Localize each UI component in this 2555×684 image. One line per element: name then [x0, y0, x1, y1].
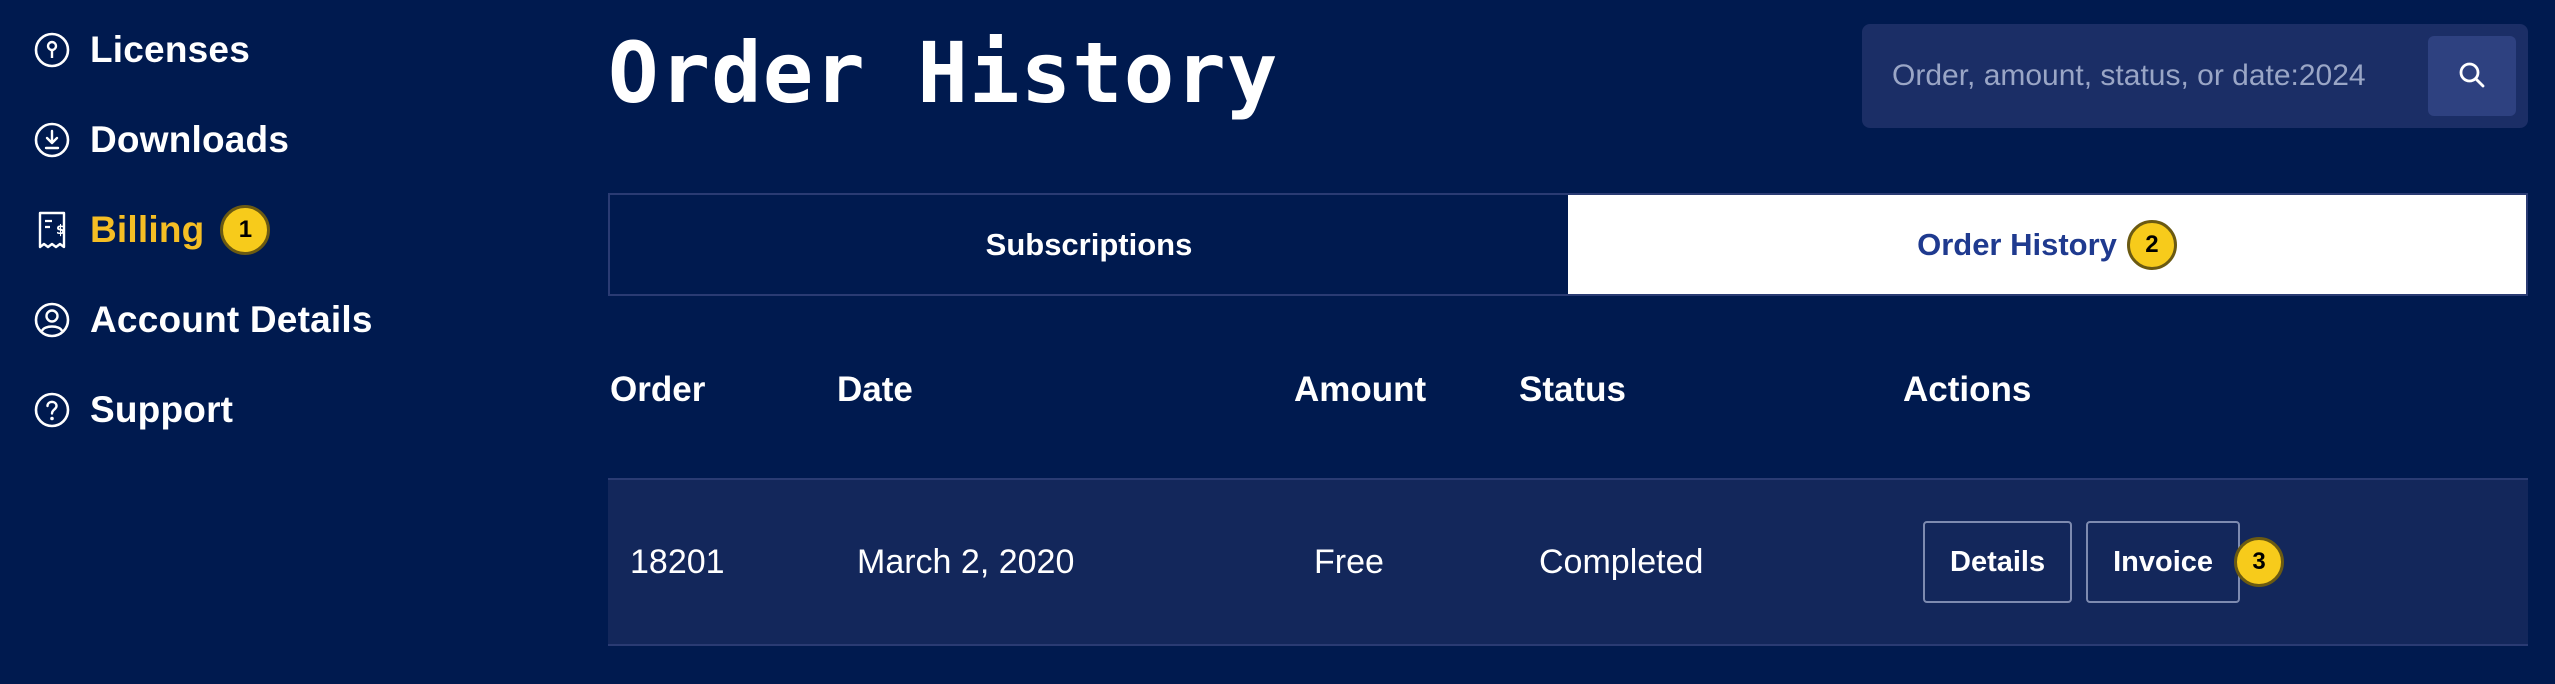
column-header-date: Date — [837, 370, 913, 409]
tab-order-history[interactable]: Order History 2 — [1568, 195, 2526, 294]
sidebar-item-label: Licenses — [90, 29, 250, 70]
sidebar-item-label: Downloads — [90, 119, 290, 160]
search-icon — [2456, 59, 2488, 94]
sidebar-item-support[interactable]: Support — [32, 382, 552, 438]
sidebar-item-licenses[interactable]: Licenses — [32, 22, 552, 78]
order-amount: Free — [1314, 542, 1384, 581]
tab-label: Order History — [1917, 226, 2117, 262]
column-header-actions: Actions — [1903, 370, 2032, 409]
page-title: Order History — [608, 24, 1279, 122]
callout-badge: 2 — [2126, 219, 2177, 270]
sidebar-item-account-details[interactable]: Account Details — [32, 292, 552, 348]
callout-badge: 1 — [220, 205, 271, 255]
sidebar-nav: Licenses Downloads $ Billing 1 Account D… — [32, 22, 552, 472]
orders-table-header: Order Date Amount Status Actions — [610, 360, 2528, 420]
license-key-icon — [32, 30, 72, 70]
sidebar-item-billing[interactable]: $ Billing 1 — [32, 202, 552, 258]
order-status: Completed — [1539, 542, 1704, 581]
svg-text:$: $ — [56, 223, 65, 238]
column-header-status: Status — [1519, 370, 1626, 409]
column-header-amount: Amount — [1294, 370, 1427, 409]
search-input[interactable] — [1890, 45, 2428, 107]
table-row: 18201 March 2, 2020 Free Completed Detai… — [608, 478, 2528, 646]
help-circle-icon — [32, 390, 72, 430]
search-button[interactable] — [2428, 36, 2516, 116]
order-number: 18201 — [630, 542, 725, 581]
callout-badge: 3 — [2234, 537, 2285, 587]
billing-page: Licenses Downloads $ Billing 1 Account D… — [0, 0, 2555, 684]
order-actions: Details Invoice 3 — [1923, 480, 2285, 644]
sidebar-item-label: Account Details — [90, 299, 373, 340]
user-circle-icon — [32, 300, 72, 340]
tab-label: Subscriptions — [985, 226, 1193, 262]
order-date: March 2, 2020 — [857, 542, 1075, 581]
download-icon — [32, 120, 72, 160]
sidebar-item-downloads[interactable]: Downloads — [32, 112, 552, 168]
sidebar-item-label: Support — [90, 389, 234, 430]
details-button[interactable]: Details — [1923, 521, 2073, 603]
invoice-button[interactable]: Invoice — [2086, 521, 2241, 603]
tab-subscriptions[interactable]: Subscriptions — [610, 195, 1568, 294]
billing-tabs: Subscriptions Order History 2 — [608, 193, 2528, 296]
column-header-order: Order — [610, 370, 706, 409]
receipt-icon: $ — [32, 210, 72, 250]
search-bar — [1862, 24, 2528, 128]
sidebar-item-label: Billing — [90, 209, 205, 250]
